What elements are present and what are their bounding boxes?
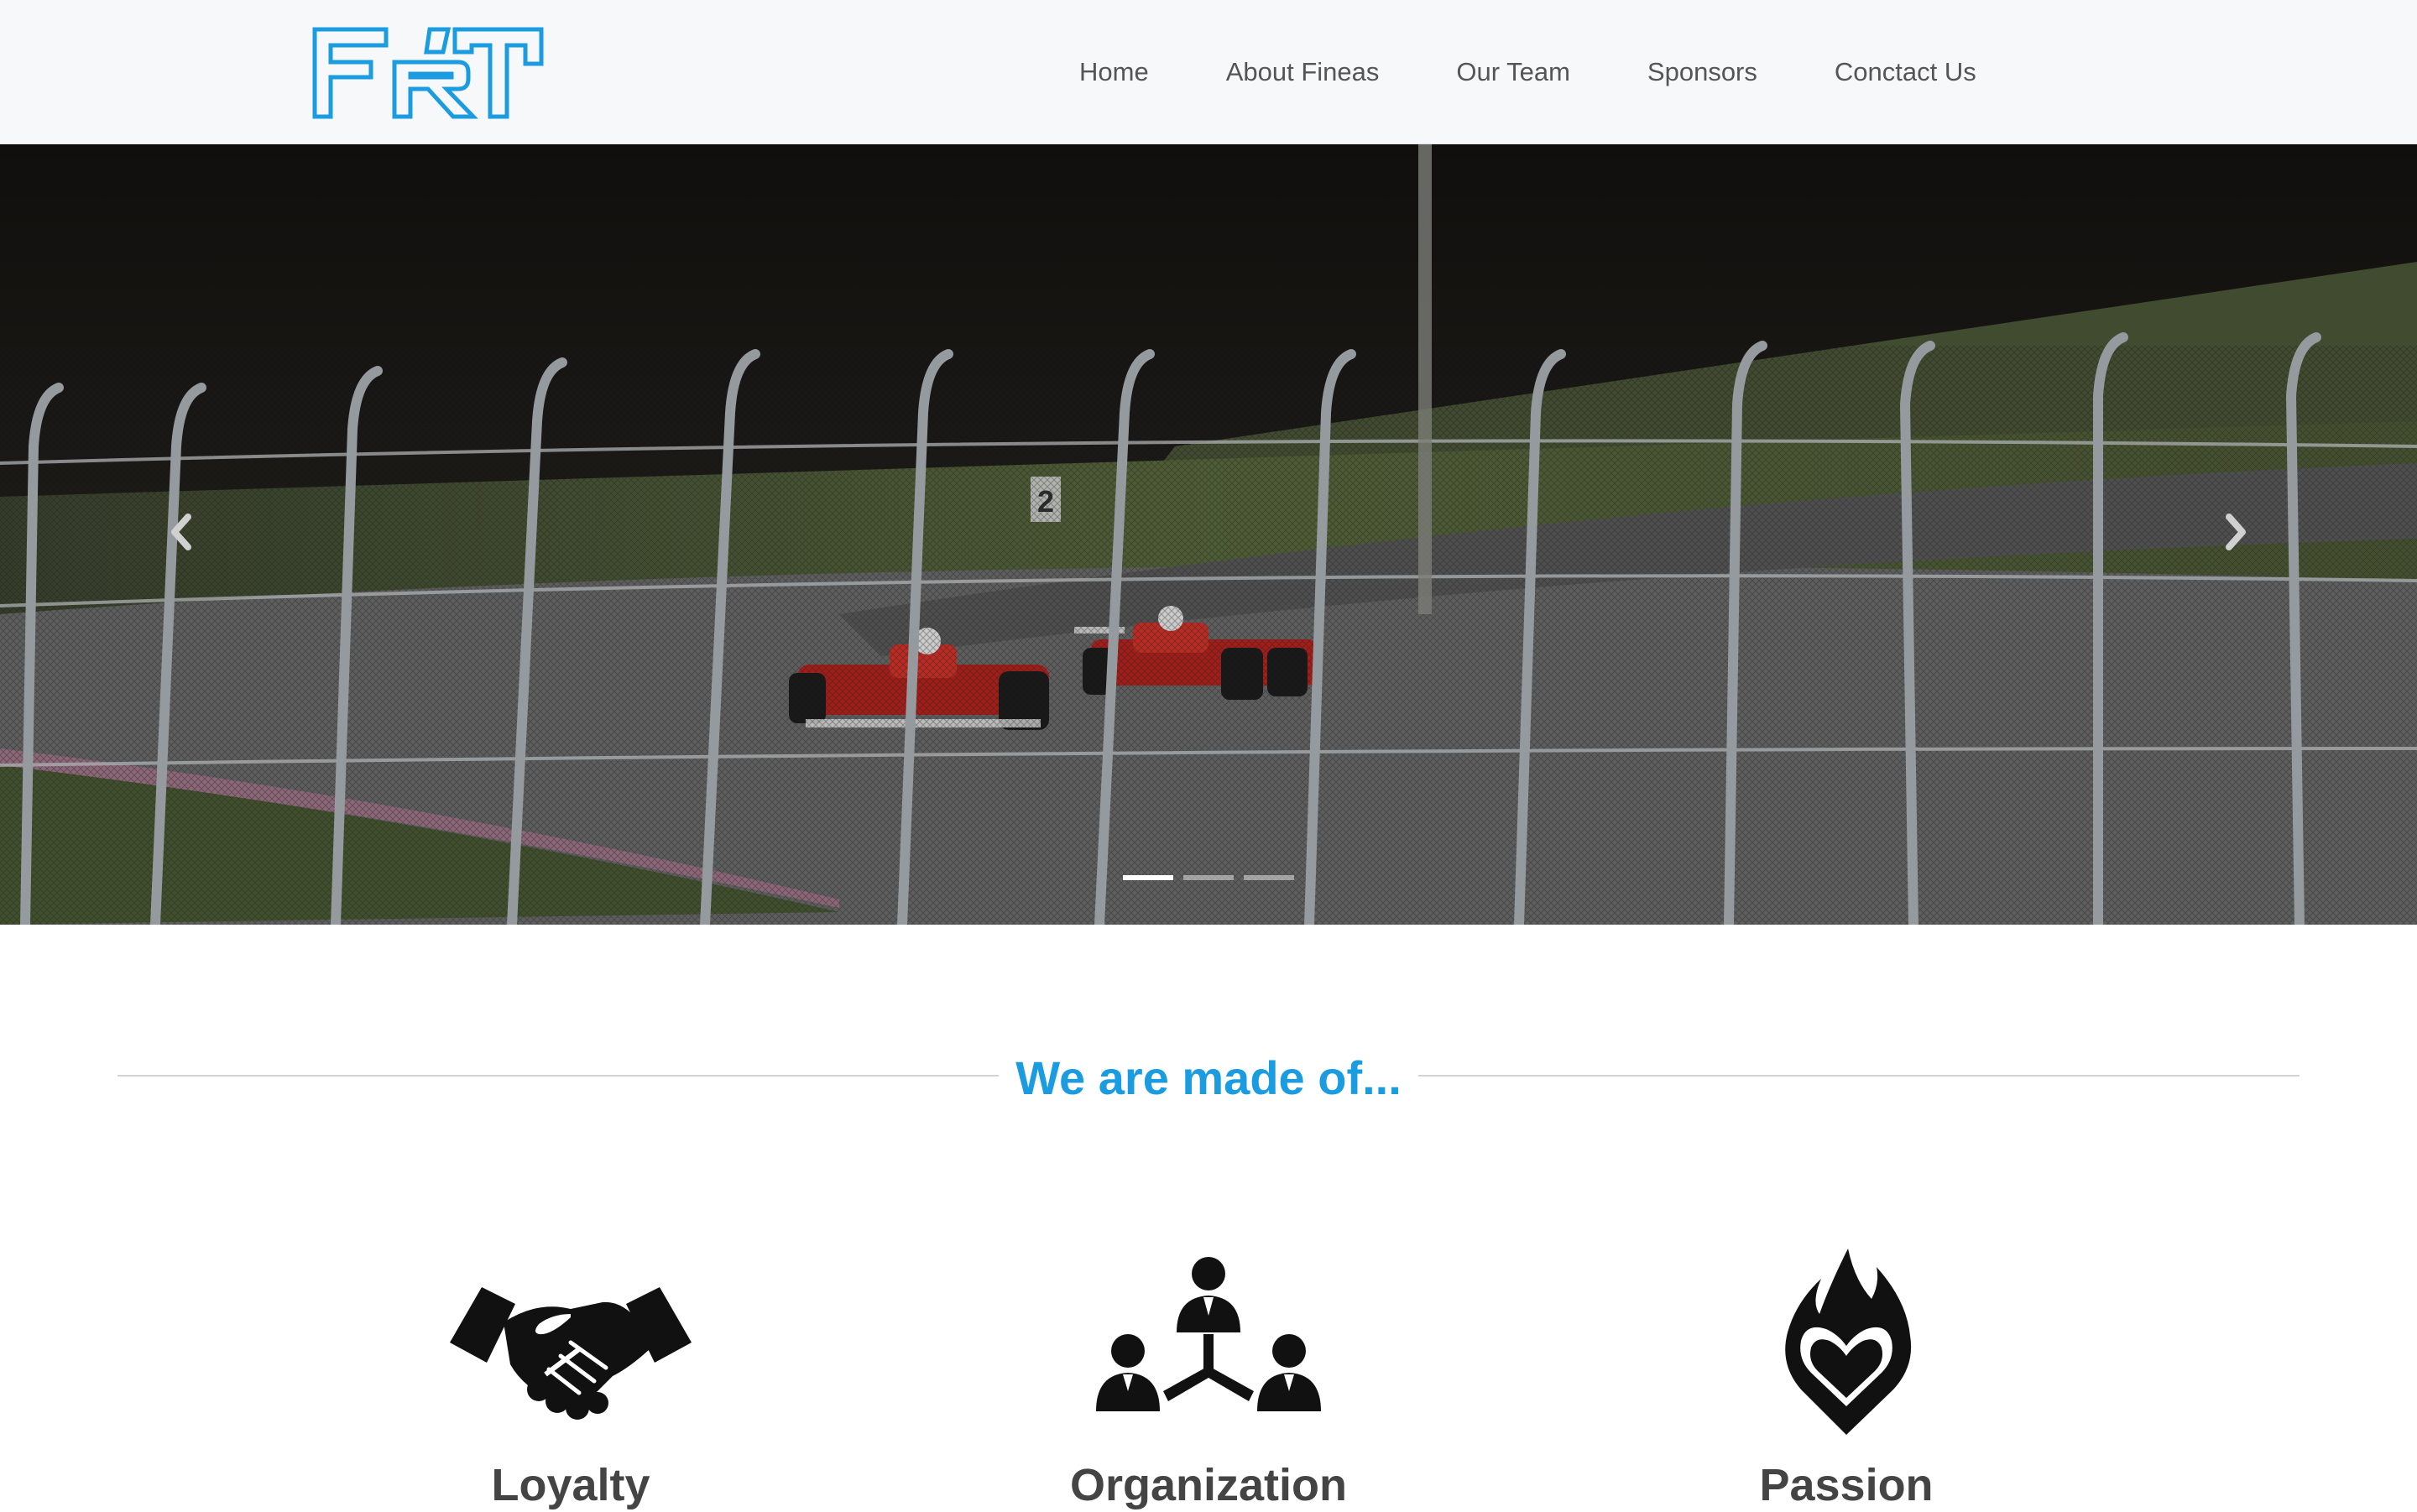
carousel-next-button[interactable]	[2211, 507, 2261, 557]
value-card-passion: Passion	[1637, 1242, 2056, 1512]
brand-logo[interactable]	[312, 27, 544, 119]
value-card-loyalty: Loyalty	[361, 1242, 780, 1512]
frt-logo-icon	[312, 27, 544, 119]
carousel-prev-button[interactable]	[156, 507, 206, 557]
nav-contact-us[interactable]: Conctact Us	[1835, 57, 1976, 87]
value-title-loyalty: Loyalty	[491, 1460, 650, 1510]
carousel-indicator-3[interactable]	[1244, 875, 1294, 880]
chevron-right-icon	[2226, 514, 2246, 550]
chevron-left-icon	[171, 514, 191, 550]
team-structure-icon	[1096, 1257, 1321, 1411]
main-nav: Home About Fineas Our Team Sponsors Conc…	[1041, 0, 2015, 144]
flaming-heart-icon	[1785, 1249, 1912, 1435]
values-heading-row: We are made of...	[117, 1045, 2300, 1112]
race-track-photo: 2	[0, 144, 2417, 925]
nav-sponsors[interactable]: Sponsors	[1647, 57, 1757, 87]
value-card-organization: Organization	[999, 1242, 1418, 1512]
value-title-passion: Passion	[1759, 1460, 1934, 1510]
value-title-organization: Organization	[1069, 1460, 1347, 1510]
heading-divider-right	[1418, 1075, 2300, 1077]
values-heading: We are made of...	[1015, 1051, 1402, 1104]
handshake-icon	[450, 1287, 692, 1420]
heading-divider-left	[117, 1075, 999, 1077]
nav-our-team[interactable]: Our Team	[1456, 57, 1570, 87]
nav-home[interactable]: Home	[1079, 57, 1149, 87]
navbar: Home About Fineas Our Team Sponsors Conc…	[0, 0, 2417, 144]
hero-carousel: 2	[0, 144, 2417, 925]
carousel-indicator-1[interactable]	[1123, 875, 1173, 880]
carousel-indicator-2[interactable]	[1183, 875, 1234, 880]
nav-about-fineas[interactable]: About Fineas	[1226, 57, 1380, 87]
carousel-indicators	[0, 875, 2417, 880]
